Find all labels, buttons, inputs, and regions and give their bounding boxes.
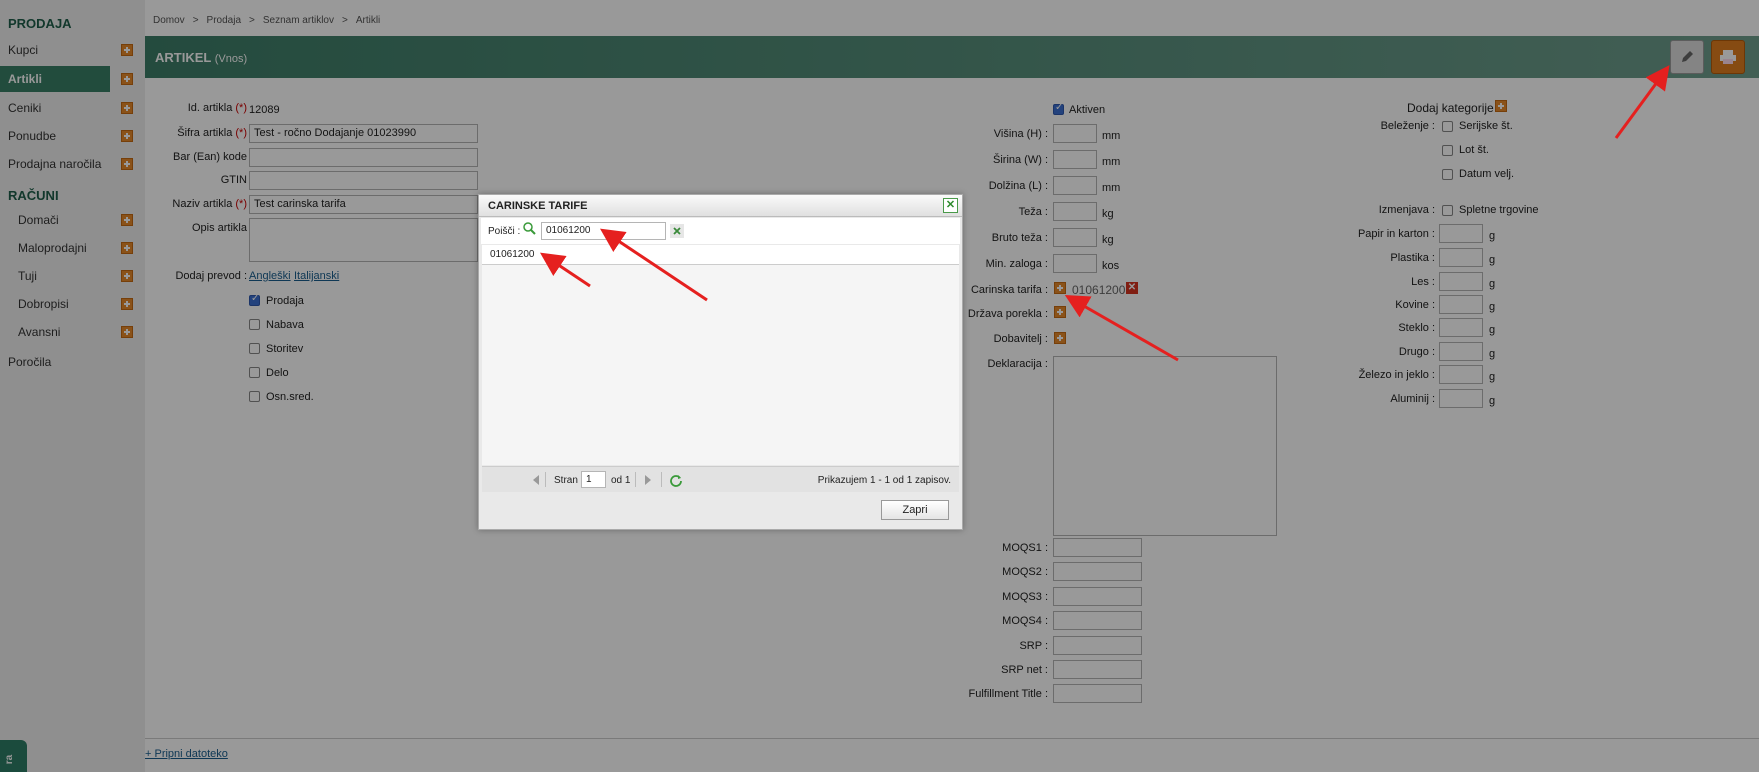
pager: Stran 1 od 1 Prikazujem 1 - 1 od 1 zapis… (482, 466, 959, 492)
pager-status: Prikazujem 1 - 1 od 1 zapisov. (817, 475, 951, 486)
clear-search-icon[interactable] (670, 224, 684, 238)
search-icon[interactable] (522, 221, 536, 235)
dialog-titlebar: CARINSKE TARIFE ✕ (479, 195, 962, 217)
result-code: 01061200 (490, 249, 535, 260)
page-input[interactable]: 1 (581, 471, 606, 488)
search-input[interactable]: 01061200 (541, 222, 666, 240)
refresh-icon[interactable] (669, 473, 683, 487)
search-label: Poišči : (488, 226, 521, 237)
zapri-button[interactable]: Zapri (881, 500, 949, 520)
dialog-title: CARINSKE TARIFE (488, 200, 588, 212)
page-label: Stran (554, 475, 578, 486)
results-grid: 01061200 (482, 245, 959, 465)
prev-page-icon[interactable] (532, 475, 540, 485)
pager-divider (661, 472, 662, 487)
dialog-search-bar: Poišči : 01061200 (481, 218, 960, 244)
pager-divider (545, 472, 546, 487)
next-page-icon[interactable] (644, 475, 652, 485)
table-row[interactable]: 01061200 (482, 245, 959, 265)
carinske-tarife-dialog: CARINSKE TARIFE ✕ Poišči : 01061200 0106… (478, 194, 963, 530)
pager-divider (635, 472, 636, 487)
close-icon[interactable]: ✕ (943, 198, 958, 213)
page-of-label: od 1 (611, 475, 631, 486)
